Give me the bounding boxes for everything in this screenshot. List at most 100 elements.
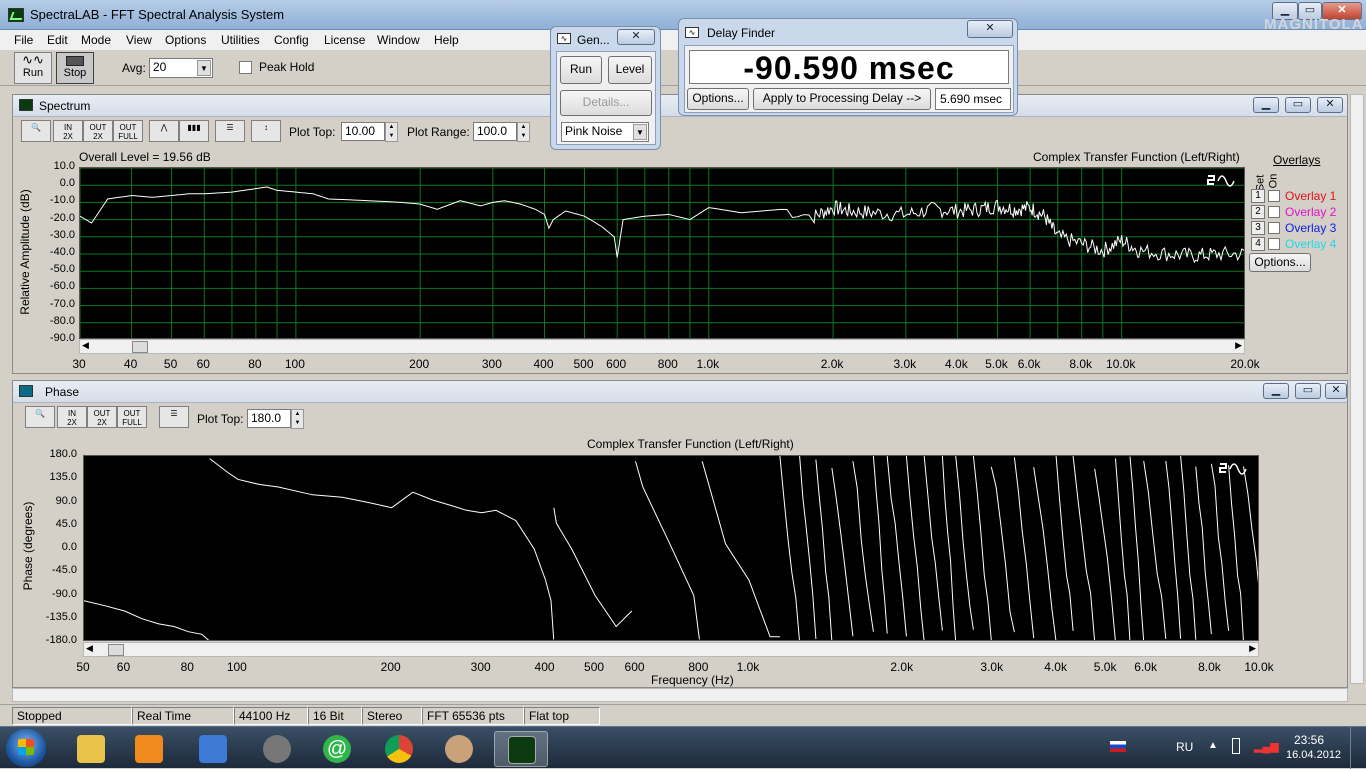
language-flag-icon[interactable]: [1110, 741, 1126, 752]
window-title: SpectraLAB - FFT Spectral Analysis Syste…: [30, 7, 285, 22]
taskbar-media-player[interactable]: [122, 731, 176, 767]
plot-top-spinner[interactable]: 10.00 ▲ ▼: [341, 122, 398, 142]
phase-maximize-button[interactable]: ▭: [1295, 383, 1321, 399]
clock-time[interactable]: 23:56: [1294, 733, 1324, 747]
language-indicator[interactable]: RU: [1176, 740, 1193, 754]
spectrum-maximize-button[interactable]: ▭: [1285, 97, 1311, 113]
zoom-in-2x-icon[interactable]: IN 2X: [53, 120, 83, 142]
overlay-on-checkbox[interactable]: [1268, 238, 1280, 250]
menu-license[interactable]: License: [324, 33, 365, 47]
avg-combo[interactable]: 20 ▼: [149, 58, 213, 78]
phase-close-button[interactable]: ✕: [1325, 383, 1347, 399]
spectrum-scroll-thumb[interactable]: [132, 341, 148, 353]
overlay-set-button[interactable]: 4: [1251, 237, 1265, 251]
overlay-on-checkbox[interactable]: [1268, 206, 1280, 218]
zoom-icon[interactable]: 🔍: [25, 406, 55, 428]
show-desktop-button[interactable]: [1350, 727, 1366, 769]
scroll-left-icon[interactable]: ◀: [86, 643, 93, 654]
properties-icon[interactable]: ☰: [159, 406, 189, 428]
plot-range-spinner[interactable]: 100.0 ▲ ▼: [473, 122, 530, 142]
scroll-right-icon[interactable]: ▶: [1235, 340, 1242, 351]
zoom-in-2x-icon[interactable]: IN 2X: [57, 406, 87, 428]
chart-icon: [263, 735, 291, 763]
stop-button[interactable]: Stop: [56, 52, 94, 84]
phase-y-ticks: 180.0 135.0 90.0 45.0 0.0 -45.0 -90.0 -135.0 -18…: [33, 448, 79, 647]
overlay-options-button[interactable]: Options...: [1249, 253, 1311, 272]
delay-options-button[interactable]: Options...: [687, 88, 749, 110]
spectrum-hscroll[interactable]: ◀ ▶: [79, 339, 1245, 354]
scroll-right-icon[interactable]: ▶: [1249, 643, 1256, 654]
line-plot-icon[interactable]: ⋀: [149, 120, 179, 142]
taskbar-paint[interactable]: [432, 731, 486, 767]
x-tick-label: 30: [72, 357, 86, 371]
taskbar-mail[interactable]: @: [310, 731, 364, 767]
clock-date[interactable]: 16.04.2012: [1286, 749, 1341, 761]
peak-hold-checkbox[interactable]: [239, 61, 252, 74]
zoom-icon[interactable]: 🔍: [21, 120, 51, 142]
generator-level-button[interactable]: Level: [608, 56, 652, 84]
overlay-set-button[interactable]: 1: [1251, 189, 1265, 203]
spectrum-plot[interactable]: [79, 167, 1245, 339]
chevron-down-icon[interactable]: ▼: [197, 60, 211, 76]
bar-plot-icon[interactable]: ▮▮▮: [179, 120, 209, 142]
overlay-on-checkbox[interactable]: [1268, 222, 1280, 234]
menu-utilities[interactable]: Utilities: [221, 33, 260, 47]
zoom-out-full-icon[interactable]: OUT FULL: [113, 120, 143, 142]
spin-arrows-icon[interactable]: ▲ ▼: [517, 122, 530, 142]
menu-file[interactable]: File: [14, 33, 33, 47]
scale-icon[interactable]: ↕: [251, 120, 281, 142]
spin-arrows-icon[interactable]: ▲ ▼: [385, 122, 398, 142]
spectrum-close-button[interactable]: ✕: [1317, 97, 1343, 113]
phase-hscroll[interactable]: ◀ ▶: [83, 642, 1259, 657]
menu-help[interactable]: Help: [434, 33, 459, 47]
menu-mode[interactable]: Mode: [81, 33, 111, 47]
overlay-on-checkbox[interactable]: [1268, 190, 1280, 202]
x-tick-label: 500: [584, 660, 605, 674]
start-button[interactable]: [6, 729, 46, 767]
x-tick-label: 20.0k: [1230, 357, 1260, 371]
menu-edit[interactable]: Edit: [47, 33, 68, 47]
generator-details-button[interactable]: Details...: [560, 90, 652, 116]
x-tick-label: 100: [284, 357, 305, 371]
plot-top-value: 10.00: [345, 124, 376, 138]
phase-scroll-thumb[interactable]: [108, 644, 124, 656]
delay-finder-close-button[interactable]: ✕: [967, 20, 1013, 38]
main-hscroll[interactable]: [12, 688, 1348, 702]
phase-plot[interactable]: [83, 455, 1259, 641]
taskbar-chart-app[interactable]: [250, 731, 304, 767]
peak-hold-label: Peak Hold: [259, 60, 315, 74]
battery-icon[interactable]: [1232, 738, 1240, 754]
main-vscroll[interactable]: [1350, 94, 1364, 684]
taskbar-spectralab[interactable]: [494, 731, 548, 767]
overlay-set-button[interactable]: 2: [1251, 205, 1265, 219]
phase-minimize-button[interactable]: ▁: [1263, 383, 1289, 399]
run-button[interactable]: ∿∿ Run: [14, 52, 52, 84]
zoom-out-2x-icon[interactable]: OUT 2X: [83, 120, 113, 142]
signal-type-combo[interactable]: Pink Noise ▼: [561, 122, 649, 142]
overlay-set-button[interactable]: 3: [1251, 221, 1265, 235]
spectrum-minimize-button[interactable]: ▁: [1253, 97, 1279, 113]
tray-expand-icon[interactable]: ▲: [1208, 740, 1218, 751]
taskbar-explorer[interactable]: [64, 731, 118, 767]
generator-run-button[interactable]: Run: [560, 56, 602, 84]
zoom-out-full-icon[interactable]: OUT FULL: [117, 406, 147, 428]
taskbar-network[interactable]: [186, 731, 240, 767]
scroll-left-icon[interactable]: ◀: [82, 340, 89, 351]
properties-icon[interactable]: ☰: [215, 120, 245, 142]
x-tick-label: 80: [248, 357, 262, 371]
generator-close-button[interactable]: ✕: [617, 29, 655, 45]
apply-processing-delay-button[interactable]: Apply to Processing Delay -->: [753, 88, 931, 110]
menu-window[interactable]: Window: [377, 33, 420, 47]
chevron-down-icon[interactable]: ▼: [633, 124, 647, 140]
zoom-out-2x-icon[interactable]: OUT 2X: [87, 406, 117, 428]
signal-icon[interactable]: ▂▄▆: [1254, 740, 1279, 753]
menu-config[interactable]: Config: [274, 33, 309, 47]
x-tick-label: 60: [116, 660, 131, 674]
phase-plot-top-spinner[interactable]: 180.0 ▲ ▼: [247, 409, 304, 429]
menu-options[interactable]: Options: [165, 33, 206, 47]
spin-arrows-icon[interactable]: ▲ ▼: [291, 409, 304, 429]
taskbar-chrome[interactable]: [372, 731, 426, 767]
menu-view[interactable]: View: [126, 33, 152, 47]
x-tick-label: 3.0k: [980, 660, 1004, 674]
phase-title: Phase: [45, 385, 80, 399]
